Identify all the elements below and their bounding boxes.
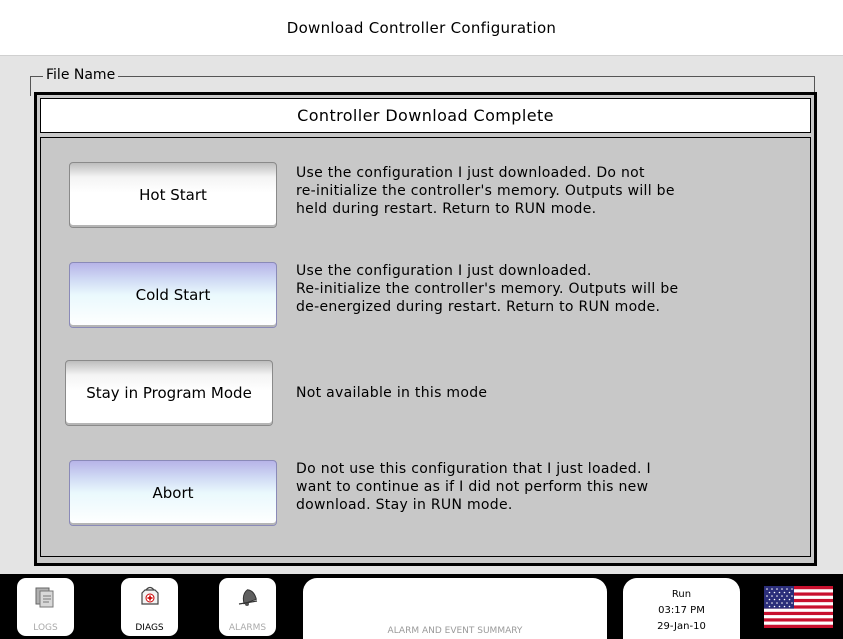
dialog-title: Controller Download Complete: [40, 98, 811, 133]
file-name-legend: File Name: [43, 66, 119, 84]
cold-start-description: Use the configuration I just downloaded.…: [296, 262, 801, 316]
description-line: Re-initialize the controller's memory. O…: [296, 281, 679, 297]
description-line: held during restart. Return to RUN mode.: [296, 201, 597, 217]
diags-label: DIAGS: [135, 623, 164, 633]
screen: Download Controller Configuration File N…: [0, 0, 843, 639]
abort-button[interactable]: Abort: [69, 460, 277, 526]
description-line: download. Stay in RUN mode.: [296, 497, 513, 513]
description-line: Not available in this mode: [296, 385, 488, 401]
status-time: 03:17 PM: [658, 605, 705, 616]
hot-start-label: Hot Start: [139, 186, 207, 204]
cold-start-label: Cold Start: [135, 286, 211, 304]
diags-icon: [140, 586, 159, 605]
stay-in-program-mode-label: Stay in Program Mode: [86, 384, 252, 402]
status-panel: Run 03:17 PM 29-Jan-10: [623, 578, 740, 639]
description-line: Use the configuration I just downloaded.…: [296, 165, 645, 181]
stay-in-program-mode-description: Not available in this mode: [296, 384, 801, 402]
diags-button[interactable]: DIAGS: [121, 578, 178, 636]
stay-in-program-mode-button[interactable]: Stay in Program Mode: [65, 360, 273, 426]
us-flag-icon[interactable]: [764, 586, 833, 628]
download-complete-dialog: Controller Download Complete Hot Start U…: [34, 92, 817, 566]
logs-icon: [35, 587, 53, 608]
logs-button[interactable]: LOGS: [17, 578, 74, 636]
description-line: Use the configuration I just downloaded.: [296, 263, 592, 279]
window-title: Download Controller Configuration: [0, 0, 843, 56]
hot-start-button[interactable]: Hot Start: [69, 162, 277, 228]
logs-label: LOGS: [33, 623, 58, 633]
description-line: re-initialize the controller's memory. O…: [296, 183, 675, 199]
cold-start-button[interactable]: Cold Start: [69, 262, 277, 328]
abort-description: Do not use this configuration that I jus…: [296, 460, 801, 514]
bell-icon: [238, 589, 257, 606]
dialog-body: Hot Start Use the configuration I just d…: [40, 137, 811, 557]
hot-start-description: Use the configuration I just downloaded.…: [296, 164, 801, 218]
abort-label: Abort: [152, 484, 194, 502]
alarm-event-summary[interactable]: ALARM AND EVENT SUMMARY: [303, 578, 607, 639]
description-line: Do not use this configuration that I jus…: [296, 461, 651, 477]
run-status: Run: [671, 589, 692, 600]
alarms-button[interactable]: ALARMS: [219, 578, 276, 636]
content-area: File Name Controller Download Complete H…: [0, 56, 843, 574]
status-date: 29-Jan-10: [657, 621, 706, 632]
description-line: de-energized during restart. Return to R…: [296, 299, 661, 315]
alarms-label: ALARMS: [228, 623, 267, 633]
alarm-summary-label: ALARM AND EVENT SUMMARY: [387, 626, 523, 636]
bottom-nav-bar: LOGS DIAGS ALARMS ALARM AND EVENT SUMMAR…: [0, 574, 843, 639]
description-line: want to continue as if I did not perform…: [296, 479, 649, 495]
